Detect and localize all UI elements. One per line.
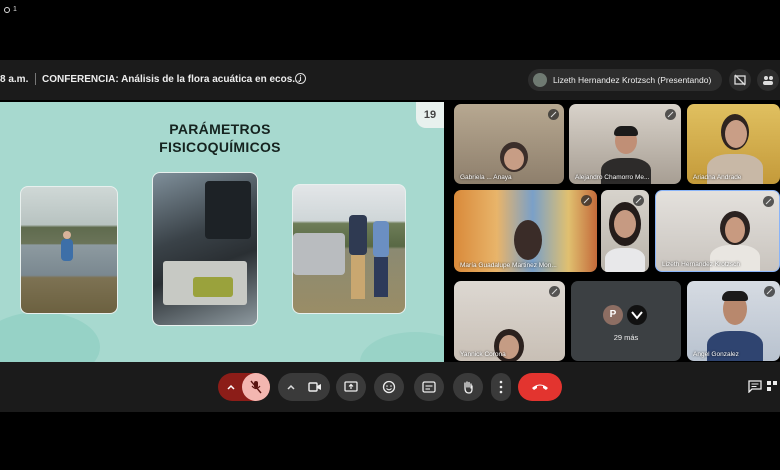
presenter-label: Lizeth Hernandez Krotzsch (Presentando) [553,75,712,85]
avatar-logo-icon [627,305,647,325]
camera-icon[interactable] [308,381,322,393]
recording-count: 1 [13,6,17,13]
emoji-icon [382,380,396,394]
participant-tile[interactable]: Ariadna Andrade [687,104,780,184]
camera-control-group [278,373,330,401]
mic-off-icon [581,195,592,206]
presenter-chip[interactable]: Lizeth Hernandez Krotzsch (Presentando) [528,69,722,91]
participant-tile[interactable]: Gabriela ... Anaya [454,104,564,184]
end-call-icon [532,384,548,390]
mic-off-icon [633,195,644,206]
decorative-wave [360,332,444,362]
avatar: P [603,305,623,325]
chevron-up-icon[interactable] [286,382,296,392]
photo-river-sampling [20,186,118,314]
people-icon [763,76,773,85]
raise-hand-button[interactable] [453,373,483,401]
logo-icon [631,311,643,320]
photo-researchers-truck [292,184,406,314]
present-off-icon [734,74,746,86]
participant-name: Ariadna Andrade [693,174,742,181]
chat-icon[interactable] [748,380,762,393]
bottom-control-bar [0,362,780,412]
activities-icon[interactable] [766,380,778,392]
more-count: 29 más [613,333,639,342]
chevron-up-icon[interactable] [226,382,236,392]
mic-control-group [218,373,270,401]
present-button[interactable] [336,373,366,401]
mic-off-icon [763,196,774,207]
more-options-button[interactable] [491,373,511,401]
slide-number: 19 [416,102,444,128]
captions-button[interactable] [414,373,444,401]
mic-toggle-button[interactable] [242,373,270,401]
participant-name: Lizeth Hernandez Krotzsch [662,261,741,268]
top-bar: 8 a.m. CONFERENCIA: Análisis de la flora… [0,60,780,100]
recording-indicator: 1 [4,6,17,13]
leave-call-button[interactable] [518,373,562,401]
record-icon [4,6,10,13]
stop-presenting-button[interactable] [729,69,751,91]
participant-tile[interactable]: María Guadalupe Martinez Mon... [454,190,597,272]
hand-icon [464,381,473,394]
participant-tile[interactable]: Angel Gonzalez [687,281,780,361]
participant-tile[interactable]: Alejandro Chamorro Me... [569,104,681,184]
more-participants-tile[interactable]: P 29 más [571,281,681,361]
captions-icon [422,381,436,393]
participant-tile-speaking[interactable]: Lizeth Hernandez Krotzsch [655,190,780,272]
participant-name: María Guadalupe Martinez Mon... [460,262,557,269]
meeting-time: 8 a.m. [0,74,29,85]
participant-tile[interactable]: Yannick Corona [454,281,565,361]
participant-name: Gabriela ... Anaya [460,174,512,181]
reactions-button[interactable] [374,373,404,401]
info-icon[interactable]: i [295,73,306,84]
participant-name: Angel Gonzalez [693,351,739,358]
mic-off-icon [250,380,262,394]
present-screen-icon [344,381,358,392]
slide-title-line: FISICOQUÍMICOS [159,139,281,155]
divider [35,73,36,85]
meeting-title: CONFERENCIA: Análisis de la flora acuáti… [42,74,301,85]
participants-button[interactable] [757,69,779,91]
decorative-wave [0,312,100,362]
avatar [533,73,547,87]
photo-field-equipment [152,172,258,326]
mic-off-icon [665,109,676,120]
participant-name: Yannick Corona [460,351,506,358]
mic-off-icon [764,286,775,297]
participant-name: Alejandro Chamorro Me... [575,174,650,181]
more-vert-icon [499,380,503,394]
participant-tile[interactable] [601,190,649,272]
mic-off-icon [549,286,560,297]
slide-title-line: PARÁMETROS [169,121,271,137]
slide-title: PARÁMETROS FISICOQUÍMICOS [120,120,320,156]
presentation-slide: 19 PARÁMETROS FISICOQUÍMICOS [0,102,444,362]
mic-off-icon [548,109,559,120]
